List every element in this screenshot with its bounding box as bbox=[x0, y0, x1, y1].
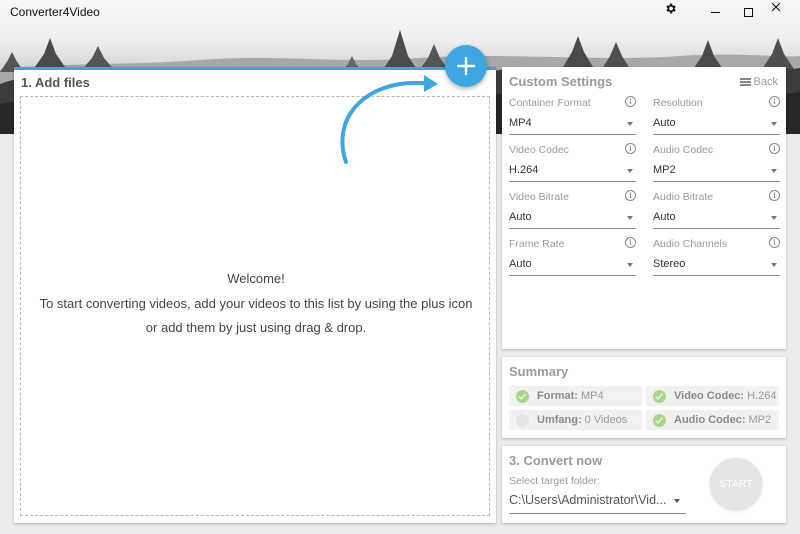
info-icon[interactable]: i bbox=[625, 143, 636, 154]
check-icon bbox=[516, 389, 529, 403]
select-value: H.264 bbox=[509, 164, 539, 176]
info-icon[interactable]: i bbox=[625, 237, 636, 248]
summary-value: MP2 bbox=[748, 414, 772, 426]
summary-key: Format: bbox=[537, 390, 578, 402]
audio-channels-select[interactable]: Stereo bbox=[653, 258, 780, 276]
setting-label: Audio Codec bbox=[653, 144, 714, 156]
custom-settings-title: Custom Settings bbox=[509, 74, 613, 89]
select-value: Auto bbox=[509, 258, 532, 270]
info-icon[interactable]: i bbox=[769, 96, 780, 107]
resolution-select[interactable]: Auto bbox=[653, 117, 780, 135]
setting-audio-channels: Audio Channels i Stereo bbox=[653, 237, 780, 276]
info-icon[interactable]: i bbox=[769, 237, 780, 248]
convert-title: 3. Convert now bbox=[509, 453, 603, 468]
chevron-down-icon bbox=[627, 263, 633, 267]
setting-video-codec: Video Codec i H.264 bbox=[509, 143, 636, 182]
setting-audio-bitrate: Audio Bitrate i Auto bbox=[653, 190, 780, 229]
chevron-down-icon bbox=[771, 216, 777, 220]
close-button[interactable] bbox=[771, 2, 793, 22]
setting-label: Frame Rate bbox=[509, 238, 565, 250]
target-folder-select[interactable]: C:\Users\Administrator\Vid... bbox=[509, 490, 686, 514]
welcome-line-2: To start converting videos, add your vid… bbox=[39, 295, 473, 311]
setting-container-format: Container Format i MP4 bbox=[509, 96, 636, 135]
back-button[interactable]: Back bbox=[739, 76, 778, 88]
chevron-down-icon bbox=[674, 499, 680, 503]
info-icon[interactable]: i bbox=[625, 96, 636, 107]
summary-key: Umfang: bbox=[537, 414, 582, 426]
summary-item-video-codec: Video Codec: H.264 bbox=[646, 386, 779, 406]
minimize-icon bbox=[710, 11, 720, 13]
minimize-button[interactable] bbox=[704, 2, 726, 22]
check-icon bbox=[653, 413, 666, 427]
summary-value: MP4 bbox=[580, 390, 604, 402]
welcome-heading: Welcome! bbox=[227, 271, 285, 286]
app-title: Converter4Video bbox=[10, 5, 100, 19]
add-files-button[interactable] bbox=[445, 45, 487, 87]
frame-rate-select[interactable]: Auto bbox=[509, 258, 636, 276]
summary-panel: Summary Format: MP4 Video Codec: H.264 U… bbox=[502, 357, 786, 438]
chevron-down-icon bbox=[771, 169, 777, 173]
welcome-line-3: or add them by just using drag & drop. bbox=[145, 320, 367, 335]
setting-label: Video Bitrate bbox=[509, 191, 569, 203]
chevron-down-icon bbox=[627, 216, 633, 220]
info-icon[interactable]: i bbox=[769, 190, 780, 201]
maximize-button[interactable] bbox=[737, 2, 759, 22]
menu-icon bbox=[739, 78, 751, 86]
check-icon bbox=[516, 413, 529, 427]
title-bar: Converter4Video bbox=[0, 0, 800, 24]
start-button[interactable]: START bbox=[710, 458, 762, 510]
welcome-message: Welcome! To start converting videos, add… bbox=[21, 267, 491, 341]
setting-label: Audio Bitrate bbox=[653, 191, 714, 203]
target-folder-value: C:\Users\Administrator\Vid... bbox=[509, 493, 667, 507]
start-label: START bbox=[719, 478, 753, 490]
select-value: Auto bbox=[509, 211, 532, 223]
summary-key: Video Codec: bbox=[674, 390, 745, 402]
select-value: MP2 bbox=[653, 164, 676, 176]
convert-panel: 3. Convert now Select target folder: C:\… bbox=[502, 446, 786, 523]
curved-arrow-icon bbox=[340, 75, 438, 164]
summary-value: H.264 bbox=[747, 390, 777, 402]
info-icon[interactable]: i bbox=[769, 143, 780, 154]
chevron-down-icon bbox=[771, 122, 777, 126]
back-label: Back bbox=[753, 76, 778, 88]
gear-icon[interactable] bbox=[664, 2, 686, 22]
summary-item-umfang: Umfang: 0 Videos bbox=[509, 410, 642, 430]
chevron-down-icon bbox=[627, 122, 633, 126]
select-value: Auto bbox=[653, 117, 676, 129]
summary-item-audio-codec: Audio Codec: MP2 bbox=[646, 410, 779, 430]
video-codec-select[interactable]: H.264 bbox=[509, 164, 636, 182]
add-files-title: 1. Add files bbox=[21, 75, 90, 90]
video-bitrate-select[interactable]: Auto bbox=[509, 211, 636, 229]
maximize-icon bbox=[743, 7, 753, 17]
setting-frame-rate: Frame Rate i Auto bbox=[509, 237, 636, 276]
close-icon bbox=[771, 2, 781, 12]
audio-codec-select[interactable]: MP2 bbox=[653, 164, 780, 182]
target-folder-label: Select target folder: bbox=[509, 475, 601, 487]
setting-audio-codec: Audio Codec i MP2 bbox=[653, 143, 780, 182]
setting-label: Audio Channels bbox=[653, 238, 728, 250]
summary-title: Summary bbox=[509, 364, 569, 379]
setting-label: Resolution bbox=[653, 97, 703, 109]
info-icon[interactable]: i bbox=[625, 190, 636, 201]
select-value: Auto bbox=[653, 211, 676, 223]
summary-value: 0 Videos bbox=[584, 414, 628, 426]
chevron-down-icon bbox=[771, 263, 777, 267]
setting-label: Container Format bbox=[509, 97, 591, 109]
check-icon bbox=[653, 389, 666, 403]
setting-resolution: Resolution i Auto bbox=[653, 96, 780, 135]
custom-settings-panel: Custom Settings Back Container Format i … bbox=[502, 67, 786, 349]
audio-bitrate-select[interactable]: Auto bbox=[653, 211, 780, 229]
summary-item-format: Format: MP4 bbox=[509, 386, 642, 406]
setting-label: Video Codec bbox=[509, 144, 569, 156]
setting-video-bitrate: Video Bitrate i Auto bbox=[509, 190, 636, 229]
select-value: MP4 bbox=[509, 117, 532, 129]
container-format-select[interactable]: MP4 bbox=[509, 117, 636, 135]
chevron-down-icon bbox=[627, 169, 633, 173]
summary-key: Audio Codec: bbox=[674, 414, 746, 426]
select-value: Stereo bbox=[653, 258, 686, 270]
plus-icon bbox=[457, 57, 475, 75]
